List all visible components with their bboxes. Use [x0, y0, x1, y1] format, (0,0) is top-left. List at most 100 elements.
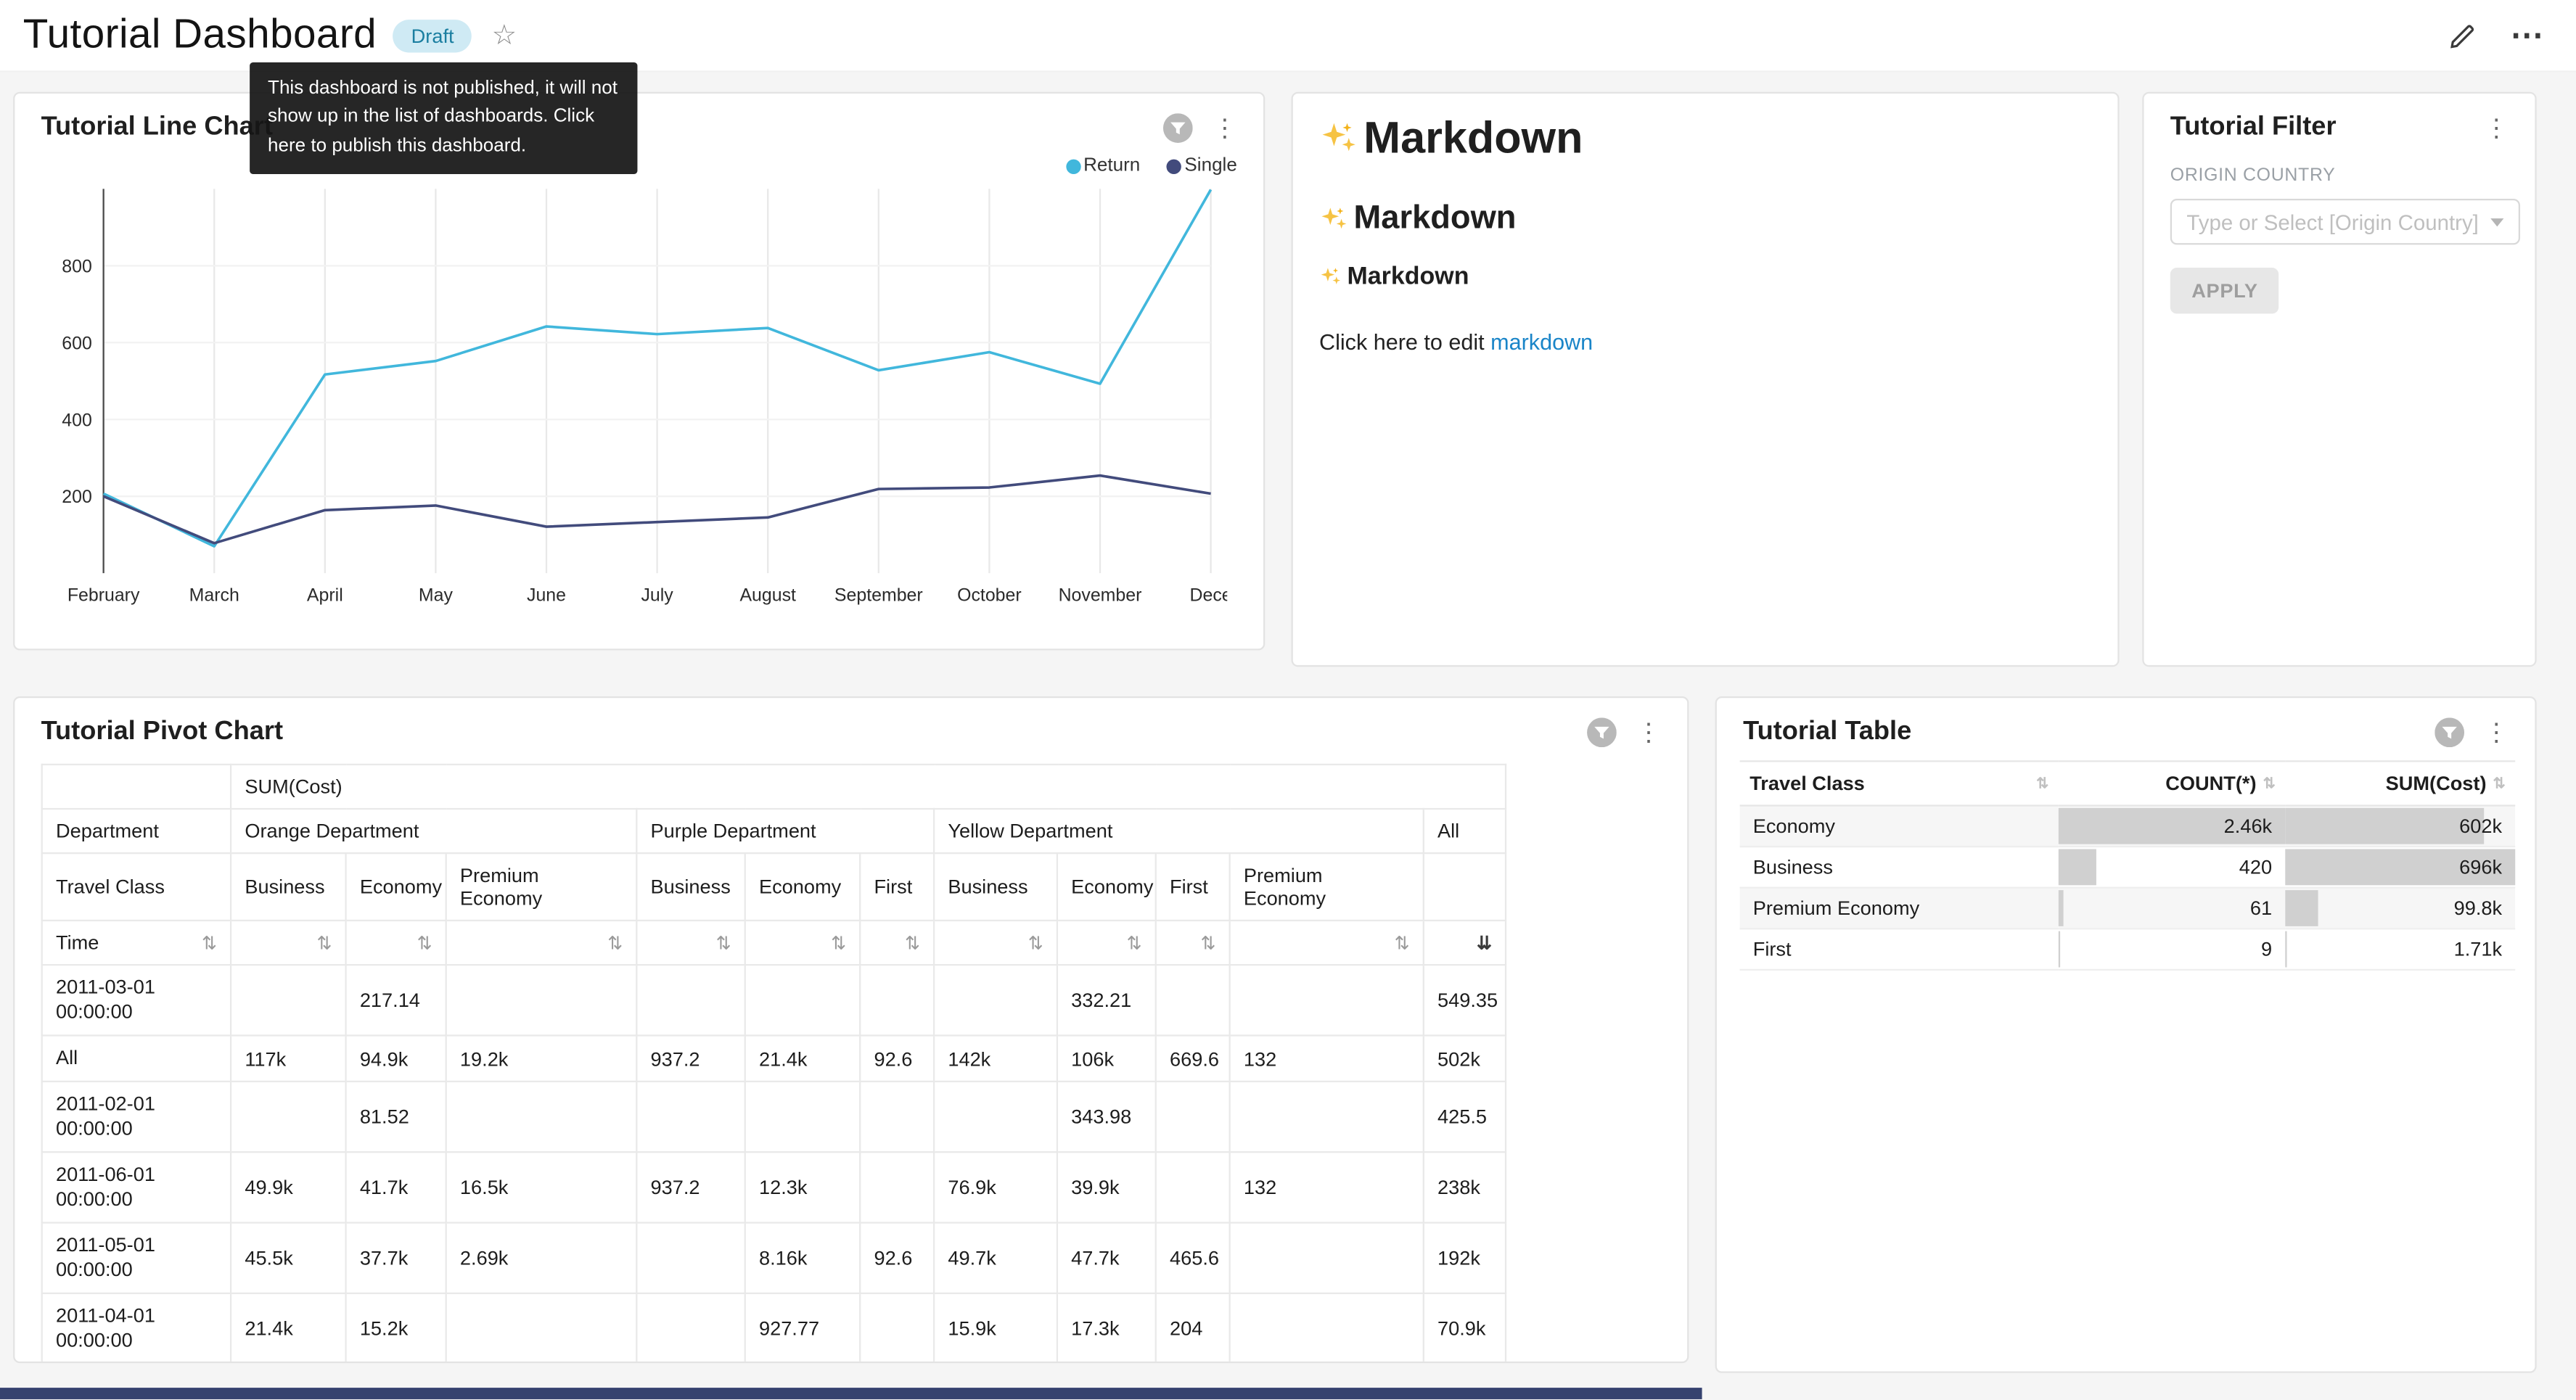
pivot-value-cell [1156, 965, 1230, 1035]
pivot-value-cell: 37.7k [346, 1223, 446, 1293]
sort-icon[interactable]: ⇅ [607, 932, 623, 953]
data-table-wrap: Travel Class⇅ COUNT(*)⇅ SUM(Cost)⇅ Econo… [1717, 747, 2535, 971]
table-row: Economy 2.46k 602k [1740, 806, 2516, 847]
col-header-sum[interactable]: SUM(Cost)⇅ [2285, 761, 2515, 805]
markdown-h2-text: Markdown [1354, 200, 1517, 238]
pivot-value-cell: 17.3k [1057, 1293, 1156, 1363]
favorite-star-icon[interactable]: ☆ [492, 21, 517, 49]
pivot-data-row: 2011-06-01 00:00:0049.9k41.7k16.5k937.21… [42, 1152, 1506, 1222]
sort-desc-icon[interactable]: ⇊ [1477, 932, 1492, 953]
pivot-class-col-header: Premium Economy [446, 853, 637, 921]
dashboard-root: Tutorial Dashboard Draft ☆ ⋯ This dashbo… [0, 0, 2576, 1399]
pivot-value-cell: 19.2k [446, 1035, 637, 1081]
svg-text:600: 600 [62, 333, 92, 353]
pivot-value-cell: 39.9k [1057, 1152, 1156, 1222]
filter-card-actions: ⋮ [2481, 116, 2512, 141]
pivot-value-cell: 927.77 [745, 1293, 860, 1363]
filter-scope-icon[interactable] [2435, 717, 2464, 747]
pivot-value-cell: 21.4k [231, 1293, 345, 1363]
pivot-class-col-header: Premium Economy [1230, 853, 1424, 921]
sort-icon[interactable]: ⇅ [417, 932, 432, 953]
table-card-actions: ⋮ [2435, 717, 2511, 747]
edit-markdown-link[interactable]: markdown [1490, 330, 1593, 355]
pivot-value-cell [1230, 1293, 1424, 1363]
pivot-value-cell: 49.7k [934, 1223, 1057, 1293]
pivot-value-cell [745, 1082, 860, 1152]
pivot-metric-row: SUM(Cost) [42, 765, 1506, 809]
sort-icon[interactable]: ⇅ [905, 932, 920, 953]
legend-item-return[interactable]: Return [1065, 156, 1140, 176]
pivot-value-cell [1230, 1223, 1424, 1293]
pivot-value-cell [446, 965, 637, 1035]
draft-badge[interactable]: Draft [393, 19, 472, 52]
sort-icon[interactable]: ⇅ [1201, 932, 1216, 953]
apply-button[interactable]: APPLY [2170, 268, 2279, 313]
pivot-value-cell: 21.4k [745, 1035, 860, 1081]
header-actions: ⋯ [2450, 19, 2554, 52]
svg-text:July: July [641, 585, 673, 606]
filter-kebab-icon[interactable]: ⋮ [2481, 116, 2512, 141]
filter-card: Tutorial Filter ⋮ ORIGIN COUNTRY Type or… [2142, 92, 2536, 667]
pivot-kebab-icon[interactable]: ⋮ [1633, 720, 1664, 745]
pivot-value-cell: 502k [1424, 1035, 1506, 1081]
sort-icon[interactable]: ⇅ [202, 932, 217, 953]
sort-icon[interactable]: ⇅ [2263, 774, 2276, 792]
filter-scope-icon[interactable] [1587, 717, 1617, 747]
pivot-value-cell: 425.5 [1424, 1082, 1506, 1152]
sort-icon[interactable]: ⇅ [716, 932, 731, 953]
sort-icon[interactable]: ⇅ [316, 932, 332, 953]
sort-icon[interactable]: ⇅ [1127, 932, 1142, 953]
sort-icon[interactable]: ⇅ [1395, 932, 1410, 953]
pivot-chart-card: Tutorial Pivot Chart ⋮ SUM(Cost)Departme… [13, 696, 1689, 1363]
table-card: Tutorial Table ⋮ Travel Class⇅ COUNT(*)⇅… [1715, 696, 2537, 1373]
col-header-count[interactable]: COUNT(*)⇅ [2059, 761, 2285, 805]
pivot-value-cell: 92.6 [860, 1223, 934, 1293]
pivot-class-col-header: First [860, 853, 934, 921]
pivot-value-cell: 47.7k [1057, 1223, 1156, 1293]
origin-country-select[interactable]: Type or Select [Origin Country] [2170, 199, 2520, 244]
pivot-value-cell: 192k [1424, 1223, 1506, 1293]
legend-item-single[interactable]: Single [1167, 156, 1237, 176]
count-cell: 61 [2059, 888, 2285, 929]
table-kebab-icon[interactable]: ⋮ [2481, 720, 2512, 745]
count-cell: 9 [2059, 928, 2285, 970]
pivot-group-header: Purple Department [636, 809, 934, 853]
sort-icon[interactable]: ⇅ [2493, 774, 2506, 792]
pivot-class-col-header: Business [636, 853, 745, 921]
line-chart: 200400600800FebruaryMarchAprilMayJuneJul… [28, 179, 1227, 619]
pivot-value-cell: 15.9k [934, 1293, 1057, 1363]
count-cell: 420 [2059, 847, 2285, 888]
legend-dot [1167, 158, 1181, 173]
edit-dashboard-icon[interactable] [2450, 21, 2477, 49]
filter-scope-icon[interactable] [1163, 113, 1193, 143]
origin-country-placeholder: Type or Select [Origin Country] [2186, 210, 2478, 234]
pivot-value-cell: 132 [1230, 1035, 1424, 1081]
pivot-value-cell: 2.69k [446, 1223, 637, 1293]
pivot-table: SUM(Cost)DepartmentOrange DepartmentPurp… [41, 764, 1507, 1363]
sort-icon[interactable]: ⇅ [831, 932, 846, 953]
col-header-travel-class[interactable]: Travel Class⇅ [1740, 761, 2059, 805]
pivot-class-col-header: Economy [1057, 853, 1156, 921]
pivot-data-row: 2011-03-01 00:00:00217.14332.21549.35 [42, 965, 1506, 1035]
pivot-value-cell [636, 1293, 745, 1363]
filter-card-header: Tutorial Filter ⋮ [2144, 94, 2535, 143]
pivot-value-cell: 669.6 [1156, 1035, 1230, 1081]
markdown-h2: Markdown [1319, 200, 2091, 238]
offscreen-card-edge [0, 1388, 1702, 1399]
pivot-value-cell: 94.9k [346, 1035, 446, 1081]
sparkles-icon [1319, 119, 1358, 158]
table-header-row: Travel Class⇅ COUNT(*)⇅ SUM(Cost)⇅ [1740, 761, 2516, 805]
line-chart-kebab-icon[interactable]: ⋮ [1209, 116, 1240, 141]
chart-legend: Return Single [15, 156, 1263, 176]
sort-icon[interactable]: ⇅ [2036, 774, 2048, 792]
pivot-value-cell: 81.52 [346, 1082, 446, 1152]
more-menu-icon[interactable]: ⋯ [2510, 19, 2543, 52]
svg-text:800: 800 [62, 256, 92, 276]
pivot-value-cell [1156, 1082, 1230, 1152]
pivot-time-header: Time [56, 931, 99, 955]
svg-text:October: October [957, 585, 1022, 606]
pivot-table-wrap: SUM(Cost)DepartmentOrange DepartmentPurp… [15, 747, 1687, 1363]
table-card-header: Tutorial Table ⋮ [1717, 698, 2535, 747]
pivot-value-cell [446, 1293, 637, 1363]
sort-icon[interactable]: ⇅ [1028, 932, 1043, 953]
